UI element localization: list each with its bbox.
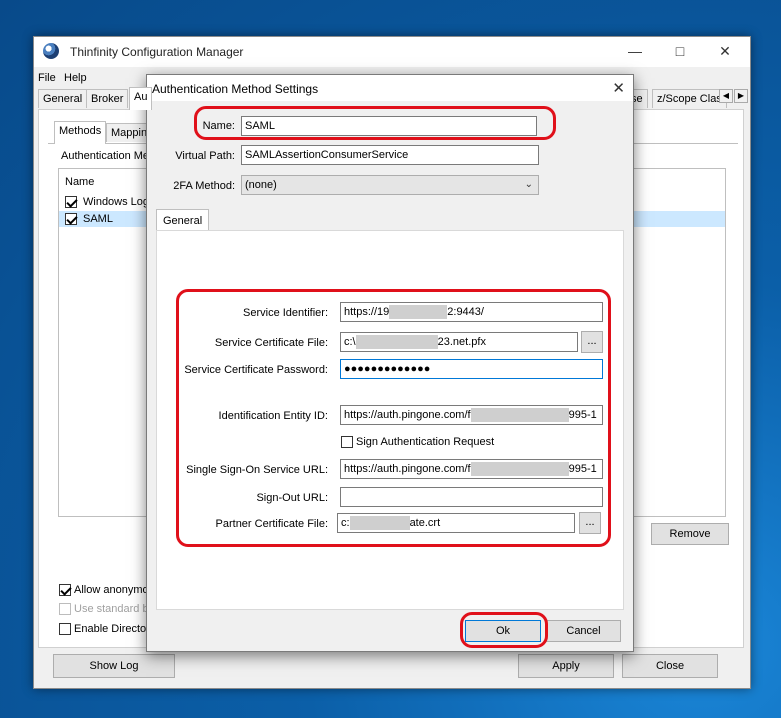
service-cert-password-label: Service Certificate Password: xyxy=(184,364,328,376)
twofa-label: 2FA Method: xyxy=(173,180,235,192)
partner-cert-input[interactable]: c: ate.crt xyxy=(337,513,575,533)
ok-button[interactable]: Ok xyxy=(465,620,541,642)
method-saml-label[interactable]: SAML xyxy=(83,213,113,225)
sign-auth-request-checkbox[interactable] xyxy=(341,436,353,448)
name-label: Name: xyxy=(202,120,235,132)
partner-cert-label: Partner Certificate File: xyxy=(215,518,328,530)
auth-method-settings-dialog: Authentication Method Settings ✕ Name: S… xyxy=(146,74,634,652)
auth-methods-label: Authentication Me xyxy=(61,150,150,162)
dialog-close-icon[interactable]: ✕ xyxy=(612,79,625,97)
main-window-title: Thinfinity Configuration Manager xyxy=(70,45,244,59)
allow-anonymous-checkbox[interactable] xyxy=(59,584,71,596)
browse-service-cert-button[interactable]: ... xyxy=(581,331,603,353)
tab-zscope-class[interactable]: z/Scope Clas xyxy=(652,89,727,108)
tab-authentication[interactable]: Au xyxy=(129,87,153,110)
virtual-path-input[interactable]: SAMLAssertionConsumerService xyxy=(241,145,539,165)
identification-entity-input[interactable]: https://auth.pingone.com/f 995-1 xyxy=(340,405,603,425)
sso-url-input[interactable]: https://auth.pingone.com/f 995-1 xyxy=(340,459,603,479)
minimize-icon[interactable]: — xyxy=(620,41,650,61)
identification-entity-label: Identification Entity ID: xyxy=(218,410,328,422)
tab-general[interactable]: General xyxy=(38,89,88,108)
method-saml-checkbox[interactable] xyxy=(65,213,77,225)
service-cert-file-input[interactable]: c:\ 23.net.pfx xyxy=(340,332,578,352)
redacted-mask xyxy=(470,408,569,423)
apply-button[interactable]: Apply xyxy=(518,654,614,678)
signout-url-input[interactable] xyxy=(340,487,603,507)
dialog-title: Authentication Method Settings xyxy=(152,82,319,96)
service-identifier-label: Service Identifier: xyxy=(243,307,328,319)
tab-general-dialog[interactable]: General xyxy=(156,209,210,230)
sso-url-end: 995-1 xyxy=(568,463,597,475)
show-log-button[interactable]: Show Log xyxy=(53,654,175,678)
tab-broker[interactable]: Broker xyxy=(86,89,129,108)
partner-cert-end: ate.crt xyxy=(409,517,441,529)
browse-partner-cert-button[interactable]: ... xyxy=(579,512,601,534)
list-header-name: Name xyxy=(65,176,95,188)
virtual-path-label: Virtual Path: xyxy=(175,150,235,162)
signout-url-label: Sign-Out URL: xyxy=(256,492,328,504)
password-dots: ●●●●●●●●●●●●● xyxy=(344,363,431,375)
tab-scroll-left-icon[interactable]: ◀ xyxy=(719,89,733,103)
twofa-value: (none) xyxy=(245,179,277,191)
dialog-titlebar: Authentication Method Settings ✕ xyxy=(147,75,633,101)
sso-url-start: https://auth.pingone.com/f xyxy=(344,463,471,475)
service-identifier-start: https://19 xyxy=(344,306,390,318)
menu-file[interactable]: File xyxy=(38,72,56,84)
maximize-icon[interactable]: □ xyxy=(665,41,695,61)
menu-help[interactable]: Help xyxy=(64,72,87,84)
redacted-mask xyxy=(470,462,569,477)
sso-url-label: Single Sign-On Service URL: xyxy=(186,464,328,476)
redacted-mask xyxy=(389,305,448,320)
method-windows-checkbox[interactable] xyxy=(65,196,77,208)
app-globe-icon xyxy=(43,43,59,59)
cancel-button[interactable]: Cancel xyxy=(546,620,621,642)
identification-entity-start: https://auth.pingone.com/f xyxy=(344,409,471,421)
use-standard-label: Use standard br xyxy=(74,603,153,615)
allow-anonymous-label: Allow anonymou xyxy=(74,584,155,596)
identification-entity-end: 995-1 xyxy=(568,409,597,421)
twofa-select[interactable]: (none) ⌄ xyxy=(241,175,539,195)
use-standard-checkbox xyxy=(59,603,71,615)
enable-directory-checkbox[interactable] xyxy=(59,623,71,635)
remove-button[interactable]: Remove xyxy=(651,523,729,545)
method-windows-label[interactable]: Windows Logo xyxy=(83,196,155,208)
tab-scroll-right-icon[interactable]: ▶ xyxy=(734,89,748,103)
close-icon[interactable]: ✕ xyxy=(710,41,740,61)
redacted-mask xyxy=(355,335,438,350)
service-cert-file-label: Service Certificate File: xyxy=(214,337,328,349)
chevron-down-icon: ⌄ xyxy=(524,179,533,190)
enable-directory-label: Enable Director xyxy=(74,623,150,635)
name-input[interactable]: SAML xyxy=(241,116,537,136)
partner-cert-start: c: xyxy=(341,517,350,529)
service-cert-file-end: 23.net.pfx xyxy=(437,336,486,348)
service-cert-file-start: c:\ xyxy=(344,336,356,348)
service-cert-password-input[interactable]: ●●●●●●●●●●●●● xyxy=(340,359,603,379)
service-identifier-input[interactable]: https://19 2:9443/ xyxy=(340,302,603,322)
sign-auth-request-label: Sign Authentication Request xyxy=(356,436,495,448)
subtab-methods[interactable]: Methods xyxy=(54,121,107,144)
redacted-mask xyxy=(349,516,410,531)
close-button[interactable]: Close xyxy=(622,654,718,678)
main-titlebar: Thinfinity Configuration Manager — □ ✕ xyxy=(34,37,750,67)
service-identifier-end: 2:9443/ xyxy=(447,306,484,318)
